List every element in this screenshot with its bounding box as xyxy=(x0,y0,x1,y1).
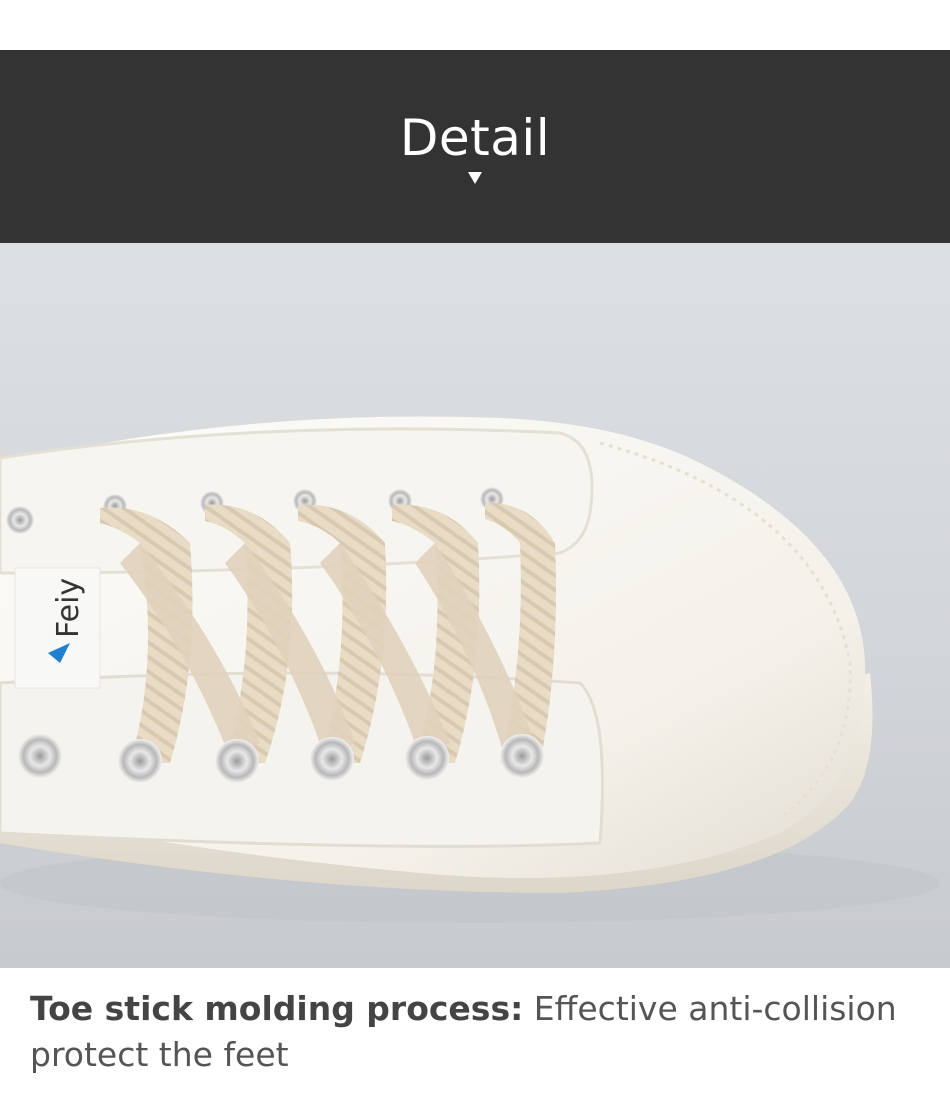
caption-heading: Toe stick molding process: xyxy=(30,989,524,1028)
logo-text: Feiy xyxy=(51,578,86,638)
product-photo: Feiy xyxy=(0,243,950,968)
top-margin xyxy=(0,0,950,50)
feature-caption: Toe stick molding process: Effective ant… xyxy=(30,986,930,1078)
detail-banner: Detail xyxy=(0,50,950,243)
caret-down-icon xyxy=(468,172,482,184)
sneaker-illustration: Feiy xyxy=(0,416,940,923)
banner-title: Detail xyxy=(399,109,551,167)
